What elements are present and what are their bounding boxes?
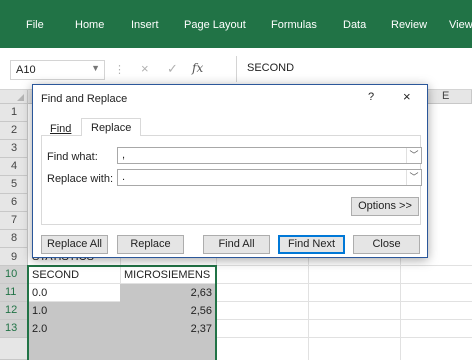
cell-a11[interactable]: 0.0 bbox=[32, 284, 118, 302]
find-what-value: , bbox=[122, 149, 126, 161]
find-next-button[interactable]: Find Next bbox=[278, 235, 345, 254]
tab-home[interactable]: Home bbox=[75, 19, 104, 31]
row-header[interactable]: 6 bbox=[0, 194, 28, 212]
row-header[interactable] bbox=[0, 338, 28, 360]
close-button[interactable]: Close bbox=[353, 235, 420, 254]
tab-file[interactable]: File bbox=[26, 19, 44, 31]
cancel-icon[interactable]: × bbox=[141, 61, 149, 76]
row-header[interactable]: 10 bbox=[0, 266, 28, 284]
chevron-down-icon[interactable]: ﹀ bbox=[406, 148, 421, 163]
select-all-corner[interactable] bbox=[0, 90, 28, 104]
row-header[interactable]: 9 bbox=[0, 248, 28, 266]
find-all-button[interactable]: Find All bbox=[203, 235, 270, 254]
drag-handle-icon: ⋮ bbox=[114, 64, 125, 76]
tab-find[interactable]: Find bbox=[50, 123, 71, 135]
cell-b10[interactable]: MICROSIEMENS bbox=[124, 266, 216, 284]
dialog-title: Find and Replace bbox=[41, 93, 128, 105]
row-header[interactable]: 5 bbox=[0, 176, 28, 194]
tab-page-layout[interactable]: Page Layout bbox=[184, 19, 246, 31]
cell-a10[interactable]: SECOND bbox=[32, 266, 118, 284]
formula-bar-divider bbox=[236, 56, 237, 82]
replace-with-value: . bbox=[122, 171, 126, 183]
row-header[interactable]: 12 bbox=[0, 302, 28, 320]
row-header[interactable]: 13 bbox=[0, 320, 28, 338]
grid-line bbox=[400, 258, 401, 360]
close-icon[interactable]: × bbox=[403, 89, 411, 104]
help-button[interactable]: ? bbox=[368, 91, 374, 103]
tab-review[interactable]: Review bbox=[391, 19, 427, 31]
row-header[interactable]: 1 bbox=[0, 104, 28, 122]
tab-view[interactable]: View bbox=[449, 19, 472, 31]
find-what-input[interactable]: , ﹀ bbox=[117, 147, 422, 164]
cell-b12[interactable]: 2,56 bbox=[124, 302, 212, 320]
find-what-label: Find what: bbox=[47, 151, 98, 163]
replace-all-button[interactable]: Replace All bbox=[41, 235, 108, 254]
row-header[interactable]: 4 bbox=[0, 158, 28, 176]
replace-button[interactable]: Replace bbox=[117, 235, 184, 254]
cell-b11[interactable]: 2,63 bbox=[124, 284, 212, 302]
chevron-down-icon[interactable]: ▼ bbox=[91, 63, 100, 73]
row-header[interactable]: 8 bbox=[0, 230, 28, 248]
tab-replace-label[interactable]: Replace bbox=[91, 122, 131, 134]
cell-a12[interactable]: 1.0 bbox=[32, 302, 118, 320]
tab-data[interactable]: Data bbox=[343, 19, 366, 31]
options-button[interactable]: Options >> bbox=[351, 197, 419, 216]
name-box-value: A10 bbox=[16, 64, 36, 76]
grid-line bbox=[308, 258, 309, 360]
cell-a13[interactable]: 2.0 bbox=[32, 320, 118, 338]
formula-input[interactable]: SECOND bbox=[247, 62, 294, 74]
row-header[interactable]: 7 bbox=[0, 212, 28, 230]
row-header[interactable]: 11 bbox=[0, 284, 28, 302]
tab-formulas[interactable]: Formulas bbox=[271, 19, 317, 31]
ribbon-tab-bar: File Home Insert Page Layout Formulas Da… bbox=[0, 0, 472, 48]
replace-with-input[interactable]: . ﹀ bbox=[117, 169, 422, 186]
enter-icon[interactable]: ✓ bbox=[167, 61, 178, 77]
tab-insert[interactable]: Insert bbox=[131, 19, 159, 31]
insert-function-icon[interactable]: fx bbox=[192, 61, 203, 75]
row-header[interactable]: 2 bbox=[0, 122, 28, 140]
find-replace-dialog: Find and Replace ? × Find Replace Find w… bbox=[32, 84, 428, 258]
select-all-icon bbox=[17, 94, 24, 101]
chevron-down-icon[interactable]: ﹀ bbox=[406, 170, 421, 185]
row-header[interactable]: 3 bbox=[0, 140, 28, 158]
name-box[interactable]: A10 ▼ bbox=[10, 60, 105, 80]
cell-b13[interactable]: 2,37 bbox=[124, 320, 212, 338]
replace-with-label: Replace with: bbox=[47, 173, 114, 185]
